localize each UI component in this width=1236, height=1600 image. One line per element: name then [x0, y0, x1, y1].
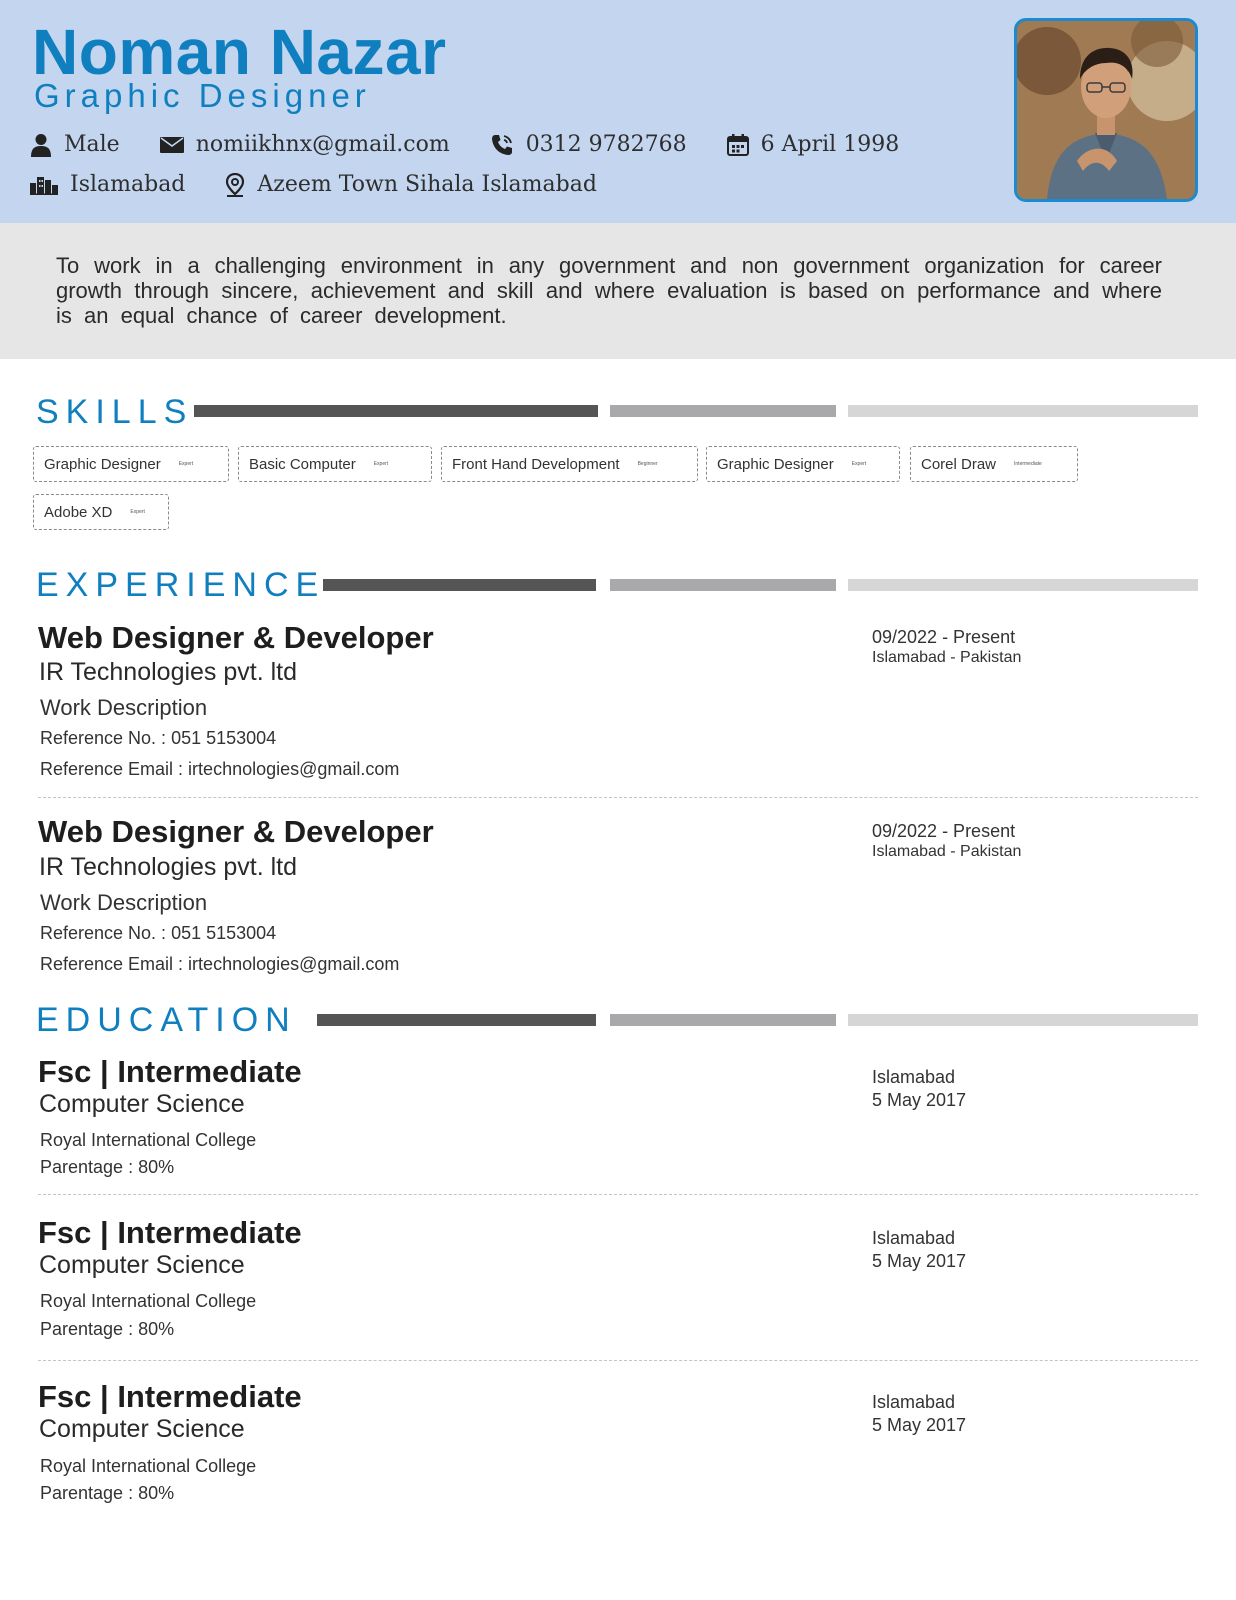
contact-row-1: Male nomiikhnx@gmail.com 0312 9782768 6 … — [30, 132, 939, 157]
degree-title: Fsc | Intermediate — [38, 1379, 302, 1414]
degree-field: Computer Science — [39, 1415, 245, 1443]
skill-level: Expert — [130, 509, 145, 515]
skill-tag: Graphic Designer Expert — [706, 446, 900, 482]
skill-tag: Adobe XD Expert — [33, 494, 169, 530]
work-description: Work Description — [40, 890, 208, 915]
skill-level: Expert — [373, 461, 389, 467]
skill-tag: Basic Computer Expert — [238, 446, 432, 482]
city-icon — [30, 176, 58, 195]
job-period: 09/2022 - Present — [872, 821, 1016, 841]
degree-title: Fsc | Intermediate — [38, 1054, 302, 1089]
degree-title: Fsc | Intermediate — [38, 1215, 302, 1250]
dob-info: 6 April 1998 — [726, 132, 900, 157]
skills-divider-mid — [610, 405, 836, 417]
education-date: 5 May 2017 — [872, 1251, 967, 1271]
skill-name: Graphic Designer — [717, 455, 834, 473]
calendar-icon — [726, 133, 749, 156]
institute-name: Royal International College — [40, 1456, 257, 1476]
institute-name: Royal International College — [40, 1130, 257, 1150]
address-info: Azeem Town Sihala Islamabad — [225, 172, 597, 197]
skill-name: Corel Draw — [921, 455, 997, 473]
education-city: Islamabad — [872, 1392, 956, 1412]
experience-divider-light — [848, 579, 1198, 591]
phone-info: 0312 9782768 — [490, 132, 687, 157]
city-info: Islamabad — [30, 172, 185, 197]
reference-number: Reference No. : 051 5153004 — [40, 728, 277, 748]
company-name: IR Technologies pvt. ltd — [39, 853, 298, 881]
envelope-icon — [159, 136, 184, 153]
job-title: Web Designer & Developer — [38, 814, 434, 849]
reference-email[interactable]: Reference Email : irtechnologies@gmail.c… — [40, 758, 399, 780]
education-divider-light — [848, 1014, 1198, 1026]
entry-separator — [38, 1360, 1198, 1361]
profile-photo — [1014, 18, 1198, 202]
education-divider-mid — [610, 1014, 836, 1026]
education-divider-dark — [317, 1014, 596, 1026]
phone-text[interactable]: 0312 9782768 — [526, 132, 687, 157]
skill-level: Intermediate — [1014, 461, 1042, 467]
percentage: Parentage : 80% — [40, 1319, 175, 1339]
person-icon — [31, 133, 51, 157]
dob-text: 6 April 1998 — [760, 132, 900, 157]
reference-email[interactable]: Reference Email : irtechnologies@gmail.c… — [40, 953, 399, 975]
education-date: 5 May 2017 — [872, 1415, 967, 1435]
skill-level: Expert — [178, 461, 194, 467]
skill-name: Front Hand Development — [452, 455, 620, 473]
entry-separator — [38, 797, 1198, 798]
degree-field: Computer Science — [39, 1251, 245, 1279]
skill-tag: Corel Draw Intermediate — [910, 446, 1078, 482]
candidate-role: Graphic Designer — [34, 77, 371, 114]
resume-header: Noman Nazar Graphic Designer Male nomiik… — [0, 0, 1236, 223]
job-location: Islamabad - Pakistan — [872, 649, 1022, 666]
skill-tag: Front Hand Development Beginner — [441, 446, 698, 482]
experience-title: EXPERIENCE — [36, 566, 326, 604]
job-location: Islamabad - Pakistan — [872, 843, 1022, 860]
email-text[interactable]: nomiikhnx@gmail.com — [196, 132, 450, 157]
contact-row-2: Islamabad Azeem Town Sihala Islamabad — [30, 172, 637, 197]
education-city: Islamabad — [872, 1228, 956, 1248]
skills-divider-dark — [194, 405, 598, 417]
address-text: Azeem Town Sihala Islamabad — [257, 172, 597, 197]
percentage: Parentage : 80% — [40, 1157, 175, 1177]
education-title: EDUCATION — [36, 1001, 297, 1039]
degree-field: Computer Science — [39, 1090, 245, 1118]
location-pin-icon — [226, 172, 245, 197]
skill-level: Expert — [851, 461, 867, 467]
gender-info: Male — [30, 132, 120, 157]
skill-name: Adobe XD — [44, 503, 113, 521]
skill-name: Graphic Designer — [44, 455, 161, 473]
objective-section: To work in a challenging environment in … — [0, 223, 1236, 359]
job-title: Web Designer & Developer — [38, 620, 434, 655]
education-city: Islamabad — [872, 1067, 956, 1087]
gender-text: Male — [64, 132, 120, 157]
company-name: IR Technologies pvt. ltd — [39, 658, 298, 686]
entry-separator — [38, 1194, 1198, 1195]
city-text: Islamabad — [70, 172, 186, 197]
objective-text: To work in a challenging environment in … — [56, 253, 1162, 328]
phone-icon — [491, 134, 512, 155]
email-info: nomiikhnx@gmail.com — [159, 132, 450, 157]
skill-level: Beginner — [637, 461, 658, 467]
skills-title: SKILLS — [36, 393, 194, 431]
job-period: 09/2022 - Present — [872, 627, 1016, 647]
work-description: Work Description — [40, 695, 208, 720]
institute-name: Royal International College — [40, 1291, 257, 1311]
skill-tag: Graphic Designer Expert — [33, 446, 229, 482]
experience-divider-dark — [323, 579, 596, 591]
percentage: Parentage : 80% — [40, 1483, 175, 1503]
skills-divider-light — [848, 405, 1198, 417]
education-date: 5 May 2017 — [872, 1090, 967, 1110]
experience-divider-mid — [610, 579, 836, 591]
reference-number: Reference No. : 051 5153004 — [40, 923, 277, 943]
skill-name: Basic Computer — [249, 455, 356, 473]
